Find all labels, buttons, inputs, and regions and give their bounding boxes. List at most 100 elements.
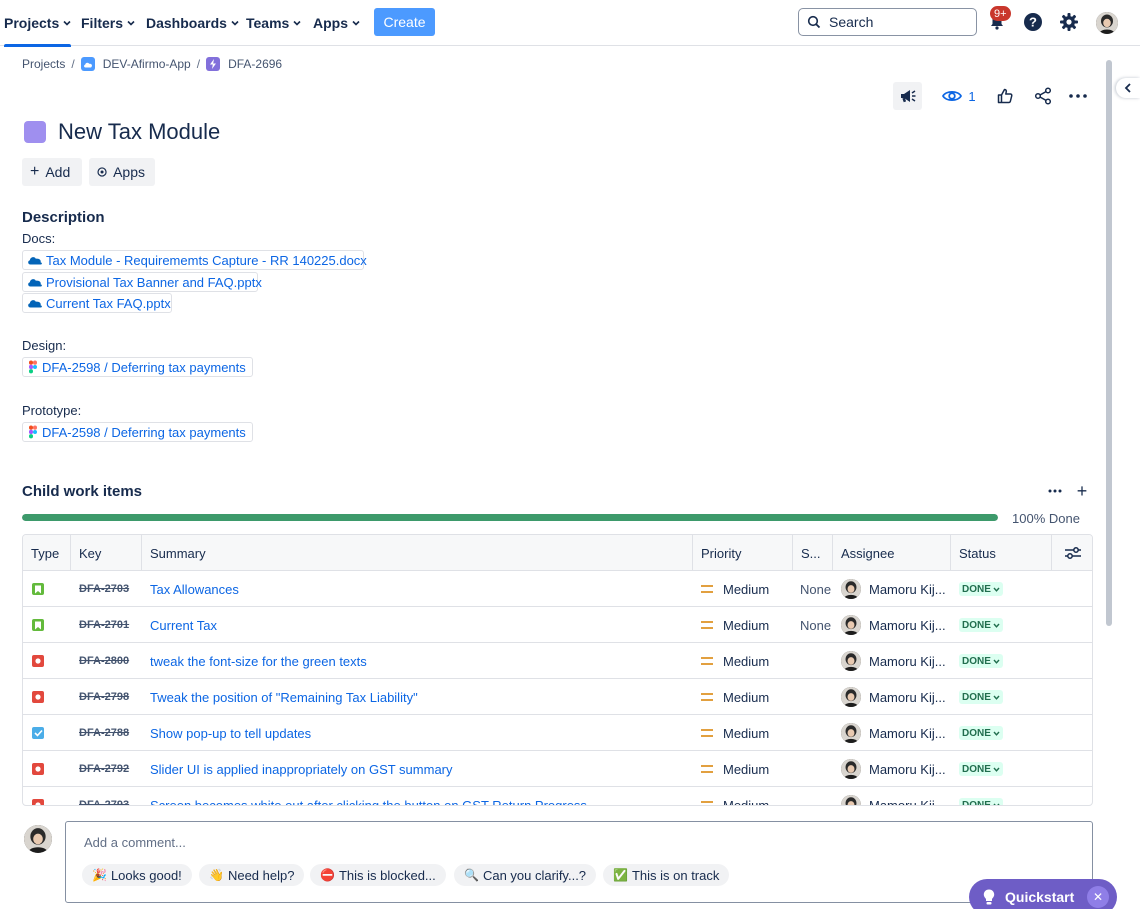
table-row[interactable]: DFA-2800 tweak the font-size for the gree… xyxy=(23,643,1092,679)
quick-reply-blocked[interactable]: ⛔ This is blocked... xyxy=(310,864,446,886)
nav-filters[interactable]: Filters xyxy=(81,0,135,46)
scrollbar[interactable] xyxy=(1104,60,1114,890)
row-status[interactable]: DONE xyxy=(959,607,1003,643)
priority-medium-icon xyxy=(701,657,713,665)
collapse-sidebar-button[interactable] xyxy=(1116,78,1140,98)
row-status[interactable]: DONE xyxy=(959,715,1003,751)
announcement-button[interactable] xyxy=(893,82,922,110)
row-assignee[interactable]: Mamoru Kij... xyxy=(841,679,946,715)
row-priority[interactable]: Medium xyxy=(701,571,769,607)
row-key[interactable]: DFA-2788 xyxy=(79,715,129,751)
row-key[interactable]: DFA-2703 xyxy=(79,571,129,607)
col-priority[interactable]: Priority xyxy=(693,535,793,571)
help-button[interactable]: ? xyxy=(1022,11,1044,33)
row-summary[interactable]: Current Tax xyxy=(150,607,217,643)
breadcrumb-issue-key[interactable]: DFA-2696 xyxy=(228,57,282,71)
row-priority[interactable]: Medium xyxy=(701,607,769,643)
row-status[interactable]: DONE xyxy=(959,643,1003,679)
row-summary[interactable]: Show pop-up to tell updates xyxy=(150,715,311,751)
breadcrumb-separator: / xyxy=(196,57,201,71)
col-sprint[interactable]: S... xyxy=(793,535,833,571)
status-badge[interactable]: DONE xyxy=(959,582,1003,596)
status-badge[interactable]: DONE xyxy=(959,726,1003,740)
col-key[interactable]: Key xyxy=(71,535,142,571)
row-summary[interactable]: Screen becomes white out after clicking … xyxy=(150,787,587,806)
comment-editor[interactable]: Add a comment... 🎉 Looks good! 👋 Need help… xyxy=(65,821,1093,903)
apps-button[interactable]: Apps xyxy=(89,158,155,186)
status-badge[interactable]: DONE xyxy=(959,690,1003,704)
row-priority[interactable]: Medium xyxy=(701,751,769,787)
nav-dashboards[interactable]: Dashboards xyxy=(146,0,239,46)
table-row[interactable]: DFA-2701 Current Tax Medium None Mamoru Kij.… xyxy=(23,607,1092,643)
more-actions-button[interactable] xyxy=(1065,82,1091,110)
create-button[interactable]: Create xyxy=(374,8,435,36)
nav-projects[interactable]: Projects xyxy=(4,0,72,47)
row-priority[interactable]: Medium xyxy=(701,715,769,751)
status-badge[interactable]: DONE xyxy=(959,798,1003,805)
watch-button[interactable]: 1 xyxy=(941,82,977,110)
row-key[interactable]: DFA-2792 xyxy=(79,751,129,787)
status-badge[interactable]: DONE xyxy=(959,762,1003,776)
column-config-button[interactable] xyxy=(1052,535,1092,571)
table-row[interactable]: DFA-2703 Tax Allowances Medium None Mamoru K… xyxy=(23,571,1092,607)
row-assignee[interactable]: Mamoru Kij... xyxy=(841,643,946,679)
row-assignee[interactable]: Mamoru Kij... xyxy=(841,751,946,787)
breadcrumb-project[interactable]: DEV-Afirmo-App xyxy=(103,57,191,71)
col-type[interactable]: Type xyxy=(23,535,71,571)
child-items-more-button[interactable] xyxy=(1044,483,1066,499)
col-assignee[interactable]: Assignee xyxy=(833,535,951,571)
status-label: DONE xyxy=(962,655,991,667)
row-assignee[interactable]: Mamoru Kij... xyxy=(841,607,946,643)
quick-reply-clarify[interactable]: 🔍 Can you clarify...? xyxy=(454,864,597,886)
scrollbar-thumb[interactable] xyxy=(1106,60,1112,626)
add-button[interactable]: + Add xyxy=(22,158,82,186)
row-summary[interactable]: Slider UI is applied inappropriately on … xyxy=(150,751,453,787)
row-assignee[interactable]: Mamoru Kij... xyxy=(841,571,946,607)
row-assignee[interactable]: Mamoru Kij... xyxy=(841,715,946,751)
doc-link-requirements[interactable]: Tax Module - Requirememts Capture - RR 1… xyxy=(22,250,367,270)
doc-link-current-tax-faq[interactable]: Current Tax FAQ.pptx xyxy=(22,293,172,313)
table-row[interactable]: DFA-2793 Screen becomes white out after c… xyxy=(23,787,1092,806)
row-status[interactable]: DONE xyxy=(959,751,1003,787)
like-button[interactable] xyxy=(992,82,1018,110)
row-priority[interactable]: Medium xyxy=(701,787,769,805)
breadcrumb-projects[interactable]: Projects xyxy=(22,57,65,71)
status-badge[interactable]: DONE xyxy=(959,618,1003,632)
row-priority[interactable]: Medium xyxy=(701,643,769,679)
quick-reply-need-help[interactable]: 👋 Need help? xyxy=(199,864,305,886)
row-key[interactable]: DFA-2800 xyxy=(79,643,129,679)
nav-apps[interactable]: Apps xyxy=(313,0,360,46)
quickstart-close-button[interactable]: ✕ xyxy=(1087,886,1109,908)
col-status[interactable]: Status xyxy=(951,535,1052,571)
design-link[interactable]: DFA-2598 / Deferring tax payments xyxy=(22,357,253,377)
row-status[interactable]: DONE xyxy=(959,679,1003,715)
quick-reply-looks-good[interactable]: 🎉 Looks good! xyxy=(82,864,192,886)
row-summary[interactable]: Tax Allowances xyxy=(150,571,239,607)
row-assignee[interactable]: Mamoru Kij... xyxy=(841,787,946,805)
prototype-link[interactable]: DFA-2598 / Deferring tax payments xyxy=(22,422,253,442)
page-title[interactable]: New Tax Module xyxy=(58,119,220,145)
add-child-item-button[interactable]: + xyxy=(1072,481,1092,501)
share-button[interactable] xyxy=(1030,82,1056,110)
col-summary[interactable]: Summary xyxy=(142,535,693,571)
doc-link-banner-faq[interactable]: Provisional Tax Banner and FAQ.pptx xyxy=(22,272,262,292)
row-status[interactable]: DONE xyxy=(959,787,1003,805)
row-key[interactable]: DFA-2701 xyxy=(79,607,129,643)
settings-button[interactable] xyxy=(1058,11,1080,33)
status-badge[interactable]: DONE xyxy=(959,654,1003,668)
row-key[interactable]: DFA-2793 xyxy=(79,787,129,805)
quickstart-button[interactable]: Quickstart ✕ xyxy=(969,879,1117,909)
table-row[interactable]: DFA-2798 Tweak the position of "Remaining… xyxy=(23,679,1092,715)
row-key[interactable]: DFA-2798 xyxy=(79,679,129,715)
row-priority[interactable]: Medium xyxy=(701,679,769,715)
user-avatar[interactable] xyxy=(1096,12,1118,34)
table-row[interactable]: DFA-2788 Show pop-up to tell updates Mediu… xyxy=(23,715,1092,751)
row-summary[interactable]: Tweak the position of "Remaining Tax Lia… xyxy=(150,679,418,715)
row-status[interactable]: DONE xyxy=(959,571,1003,607)
nav-teams[interactable]: Teams xyxy=(246,0,301,46)
epic-lightning-icon xyxy=(206,57,221,71)
table-row[interactable]: DFA-2792 Slider UI is applied inappropria… xyxy=(23,751,1092,787)
search-input[interactable]: Search xyxy=(798,8,977,36)
row-summary[interactable]: tweak the font-size for the green texts xyxy=(150,643,367,679)
quick-reply-on-track[interactable]: ✅ This is on track xyxy=(603,864,730,886)
